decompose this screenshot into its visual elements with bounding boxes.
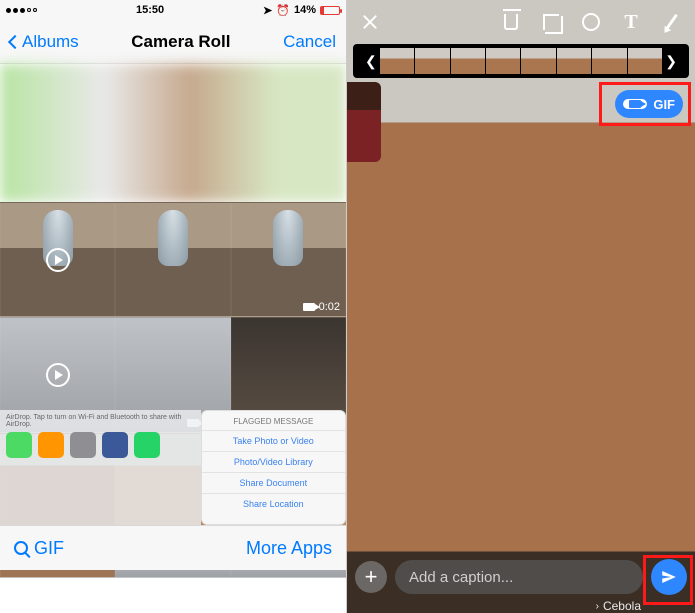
facebook-app-icon[interactable]	[102, 432, 128, 458]
text-icon[interactable]: T	[621, 12, 641, 32]
close-icon[interactable]	[361, 13, 379, 31]
battery-icon	[320, 6, 340, 15]
share-sheet: AirDrop. Tap to turn on Wi-Fi and Blueto…	[0, 410, 346, 525]
video-thumb[interactable]: 0:02	[231, 202, 346, 317]
editor-toolbar: T	[347, 0, 695, 44]
video-trimmer[interactable]: ❮ ❯	[353, 44, 689, 78]
location-icon: ➤	[263, 4, 272, 17]
more-apps-button[interactable]: More Apps	[246, 538, 332, 559]
play-icon	[46, 248, 70, 272]
cancel-button[interactable]: Cancel	[283, 32, 336, 52]
video-thumb[interactable]	[115, 202, 230, 317]
trim-right-handle[interactable]: ❯	[663, 53, 679, 70]
bottom-toolbar: GIF More Apps	[0, 525, 346, 570]
caption-placeholder: Add a caption...	[409, 569, 513, 586]
add-media-button[interactable]: +	[355, 561, 387, 593]
attachment-menu: FLAGGED MESSAGE Take Photo or Video Phot…	[201, 410, 346, 525]
status-time: 15:50	[136, 4, 164, 16]
share-location-option[interactable]: Share Location	[202, 494, 345, 514]
chevron-right-icon: ›	[596, 601, 599, 612]
caption-input[interactable]: Add a caption...	[395, 560, 643, 594]
trash-icon[interactable]	[501, 12, 521, 32]
video-editor-pane: T ❮ ❯ GIF + Add a caption... ›	[347, 0, 695, 613]
chevron-left-icon	[8, 34, 22, 48]
gif-label: GIF	[34, 538, 64, 559]
photo-thumb[interactable]	[0, 64, 346, 202]
play-icon	[46, 363, 70, 387]
trim-left-handle[interactable]: ❮	[363, 53, 379, 70]
recipient-name: Cebola	[603, 599, 641, 613]
back-label: Albums	[22, 32, 79, 52]
back-button[interactable]: Albums	[10, 32, 79, 52]
search-icon	[14, 541, 28, 555]
page-title: Camera Roll	[131, 32, 230, 52]
whatsapp-app-icon[interactable]	[134, 432, 160, 458]
camera-roll-pane: 15:50 ➤ ⏰ 14% Albums Camera Roll Cancel	[0, 0, 347, 613]
video-thumb[interactable]	[0, 202, 115, 317]
share-icons-row: AirDrop. Tap to turn on Wi-Fi and Blueto…	[0, 410, 201, 525]
tutorial-highlight	[643, 555, 693, 605]
photo-library-option[interactable]: Photo/Video Library	[202, 452, 345, 473]
battery-pct: 14%	[294, 4, 316, 16]
video-duration: 0:02	[319, 301, 340, 313]
more-app-icon[interactable]	[70, 432, 96, 458]
share-document-option[interactable]: Share Document	[202, 473, 345, 494]
search-gif-button[interactable]: GIF	[14, 538, 64, 559]
video-icon	[303, 303, 315, 311]
nav-header: Albums Camera Roll Cancel	[0, 20, 346, 64]
caption-row: + Add a caption...	[355, 557, 687, 597]
crop-icon[interactable]	[541, 12, 561, 32]
messages-app-icon[interactable]	[6, 432, 32, 458]
draw-icon[interactable]	[661, 12, 681, 32]
status-bar: 15:50 ➤ ⏰ 14%	[0, 0, 346, 20]
recipient-row[interactable]: › Cebola	[596, 599, 641, 613]
alarm-icon: ⏰	[276, 4, 290, 17]
take-photo-option[interactable]: Take Photo or Video	[202, 431, 345, 452]
notes-app-icon[interactable]	[38, 432, 64, 458]
emoji-icon[interactable]	[581, 12, 601, 32]
attachment-menu-header: FLAGGED MESSAGE	[202, 417, 345, 431]
video-preview	[347, 82, 381, 162]
photo-grid: 0:02 0:03 0:05	[0, 64, 346, 570]
tutorial-highlight	[599, 82, 691, 126]
signal-strength-icon	[6, 8, 37, 13]
